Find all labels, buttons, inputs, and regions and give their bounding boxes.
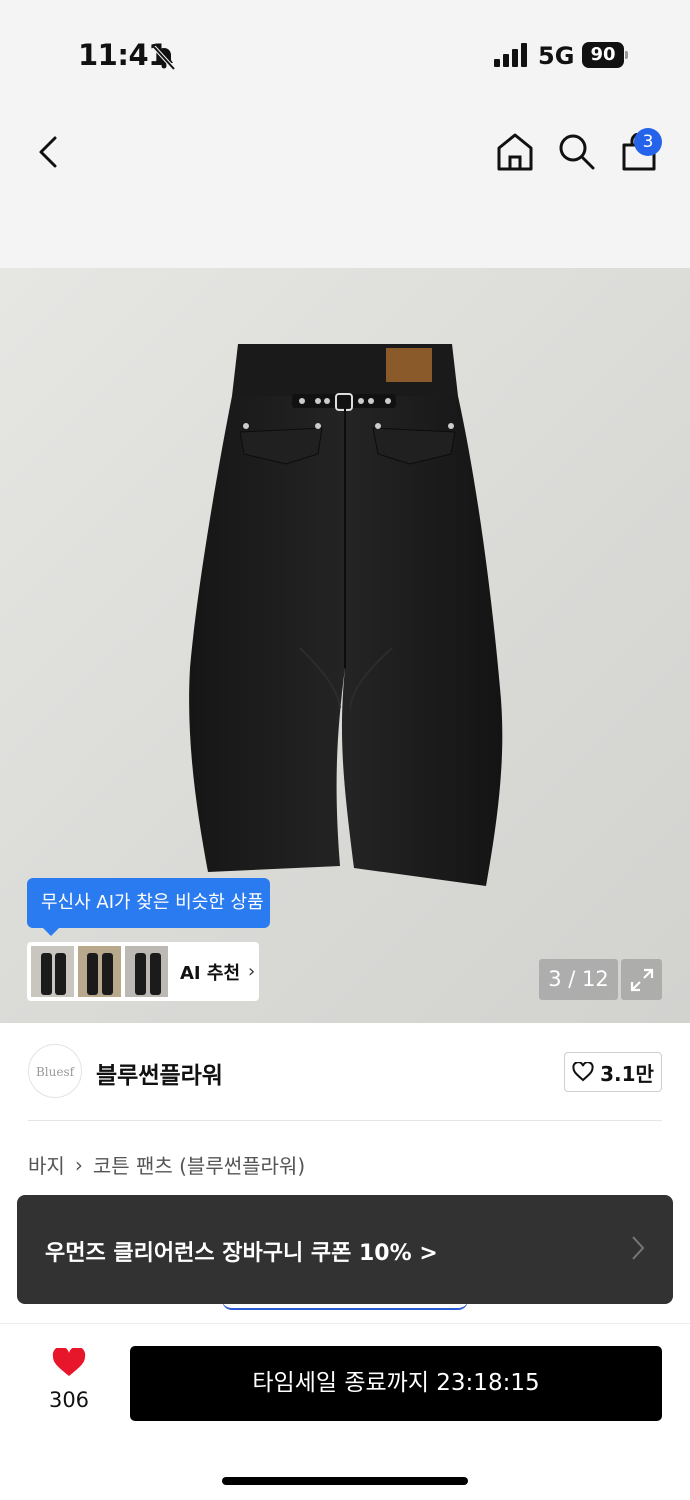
brand-logo[interactable]: Bluesf (28, 1044, 82, 1098)
divider (28, 1120, 662, 1121)
ai-recommend-label: AI 추천 (180, 962, 241, 984)
brand-like-button[interactable]: 3.1만 (564, 1052, 662, 1092)
divider (0, 1323, 690, 1324)
product-image-gallery[interactable]: 무신사 AI가 찾은 비슷한 상품 AI 추천 › 3 / 12 (0, 268, 690, 1023)
ai-recommend-tooltip: 무신사 AI가 찾은 비슷한 상품 (27, 878, 270, 936)
image-page-counter: 3 / 12 (539, 959, 618, 1000)
ai-recommend-thumbnail[interactable] (125, 946, 168, 997)
home-button[interactable] (494, 130, 536, 174)
bell-off-icon (152, 45, 176, 71)
signal-icon (494, 43, 527, 67)
home-indicator (222, 1477, 468, 1485)
coupon-text: 우먼즈 클리어런스 장바구니 쿠폰 10% > (45, 1241, 438, 1266)
expand-image-button[interactable] (621, 959, 662, 1000)
coupon-banner[interactable]: 우먼즈 클리어런스 장바구니 쿠폰 10% > (17, 1195, 673, 1304)
brand-row: Bluesf 블루썬플라워 3.1만 (0, 1023, 690, 1121)
cart-count-badge: 3 (634, 128, 662, 156)
search-icon (559, 134, 595, 170)
ai-recommend-thumbnail[interactable] (78, 946, 121, 997)
brand-like-count: 3.1만 (600, 1061, 654, 1086)
home-icon (497, 133, 533, 171)
search-button[interactable] (556, 130, 598, 174)
battery-level: 90 (582, 42, 624, 68)
breadcrumb: 바지 › 코튼 팬츠 (블루썬플라워) (28, 1150, 305, 1179)
status-bar: 11:41 5G 90 (0, 0, 690, 100)
back-button[interactable] (28, 130, 68, 174)
breadcrumb-subcategory[interactable]: 코튼 팬츠 (블루썬플라워) (93, 1150, 305, 1179)
expand-icon (630, 968, 653, 991)
brand-name[interactable]: 블루썬플라워 (96, 1056, 223, 1090)
top-nav (0, 100, 690, 268)
heart-outline-icon (572, 1062, 594, 1082)
ai-recommend-card[interactable]: AI 추천 › (27, 942, 259, 1001)
network-label: 5G (538, 42, 575, 70)
breadcrumb-category[interactable]: 바지 (28, 1150, 65, 1179)
ai-recommend-thumbnail[interactable] (31, 946, 74, 997)
chevron-right-icon: › (248, 961, 256, 982)
chevron-right-icon (632, 1236, 645, 1260)
battery-icon: 90 (582, 42, 628, 68)
heart-filled-icon (52, 1346, 86, 1376)
buy-button[interactable]: 타임세일 종료까지 23:18:15 (130, 1346, 662, 1421)
chevron-left-icon (39, 136, 57, 168)
chevron-right-icon: › (74, 1152, 83, 1177)
wishlist-count: 306 (48, 1388, 90, 1412)
